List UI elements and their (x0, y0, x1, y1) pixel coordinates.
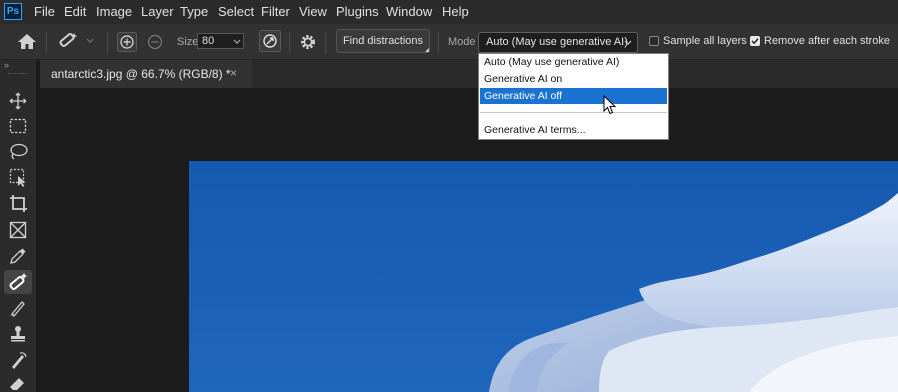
clone-stamp-tool-icon[interactable] (9, 325, 27, 343)
home-icon[interactable] (17, 33, 37, 50)
photoshop-logo[interactable]: Ps (4, 3, 22, 20)
mouse-cursor-icon (603, 95, 617, 115)
menu-image[interactable]: Image (96, 4, 132, 19)
menu-type[interactable]: Type (180, 4, 208, 19)
remove-after-stroke-label: Remove after each stroke (764, 35, 890, 47)
crop-tool-icon[interactable] (9, 194, 28, 213)
mode-select[interactable]: Auto (May use generative AI) (478, 32, 638, 53)
menu-select[interactable]: Select (218, 4, 254, 19)
remove-after-stroke-checkbox[interactable] (750, 36, 760, 46)
menu-filter[interactable]: Filter (261, 4, 290, 19)
brush-tool-icon[interactable] (9, 299, 27, 317)
panel-grip[interactable] (8, 73, 28, 76)
checkmark-icon (751, 38, 759, 45)
mode-option-generative-on[interactable]: Generative AI on (480, 71, 667, 87)
dropdown-separator (480, 112, 667, 113)
size-input[interactable]: 80 (197, 33, 231, 49)
object-selection-tool-icon[interactable] (9, 168, 28, 187)
menu-bar: Ps File Edit Image Layer Type Select Fil… (0, 0, 898, 24)
frame-tool-icon[interactable] (9, 221, 27, 239)
size-label: Size (177, 36, 199, 48)
menu-help[interactable]: Help (442, 4, 469, 19)
sample-all-layers-label: Sample all layers (663, 35, 747, 47)
lasso-tool-icon[interactable] (9, 143, 28, 161)
chevron-down-icon[interactable] (86, 38, 94, 44)
mode-value: Auto (May use generative AI) (486, 36, 628, 48)
move-tool-icon[interactable] (9, 92, 27, 110)
add-to-stroke-icon[interactable] (117, 32, 137, 52)
chevron-down-icon (233, 39, 241, 44)
eraser-tool-icon[interactable] (9, 376, 27, 392)
history-brush-tool-icon[interactable] (9, 351, 28, 369)
subtract-from-stroke-icon[interactable] (146, 33, 164, 51)
marquee-tool-icon[interactable] (9, 118, 27, 134)
chevron-down-icon (624, 40, 632, 45)
sample-all-layers-checkbox[interactable] (649, 36, 659, 46)
document-image[interactable] (189, 161, 898, 392)
find-distractions-label: Find distractions (342, 35, 424, 47)
eyedropper-tool-icon[interactable] (9, 247, 27, 265)
mode-dropdown-menu: Auto (May use generative AI) Generative … (478, 53, 669, 140)
menu-window[interactable]: Window (386, 4, 432, 19)
mode-option-generative-off[interactable]: Generative AI off (480, 88, 667, 104)
panel-collapse-icon[interactable]: » (4, 60, 9, 70)
menu-edit[interactable]: Edit (64, 4, 86, 19)
antarctic-photo (189, 161, 898, 392)
gear-icon[interactable] (299, 33, 317, 51)
find-distractions-button[interactable]: Find distractions (336, 29, 430, 53)
document-tab-label: antarctic3.jpg @ 66.7% (RGB/8) * (51, 67, 231, 81)
remove-tool-icon[interactable] (8, 272, 30, 292)
remove-tool-preset-icon[interactable] (57, 31, 81, 51)
menu-file[interactable]: File (34, 4, 55, 19)
close-icon[interactable]: × (230, 66, 237, 80)
corner-triangle-icon (425, 48, 429, 52)
mode-option-auto[interactable]: Auto (May use generative AI) (480, 54, 667, 70)
menu-layer[interactable]: Layer (141, 4, 174, 19)
pressure-size-icon[interactable] (259, 30, 281, 52)
generative-ai-terms-link[interactable]: Generative AI terms... (480, 122, 667, 138)
menu-plugins[interactable]: Plugins (336, 4, 379, 19)
menu-view[interactable]: View (299, 4, 327, 19)
size-dropdown[interactable] (230, 33, 244, 49)
mode-label: Mode (448, 36, 476, 48)
